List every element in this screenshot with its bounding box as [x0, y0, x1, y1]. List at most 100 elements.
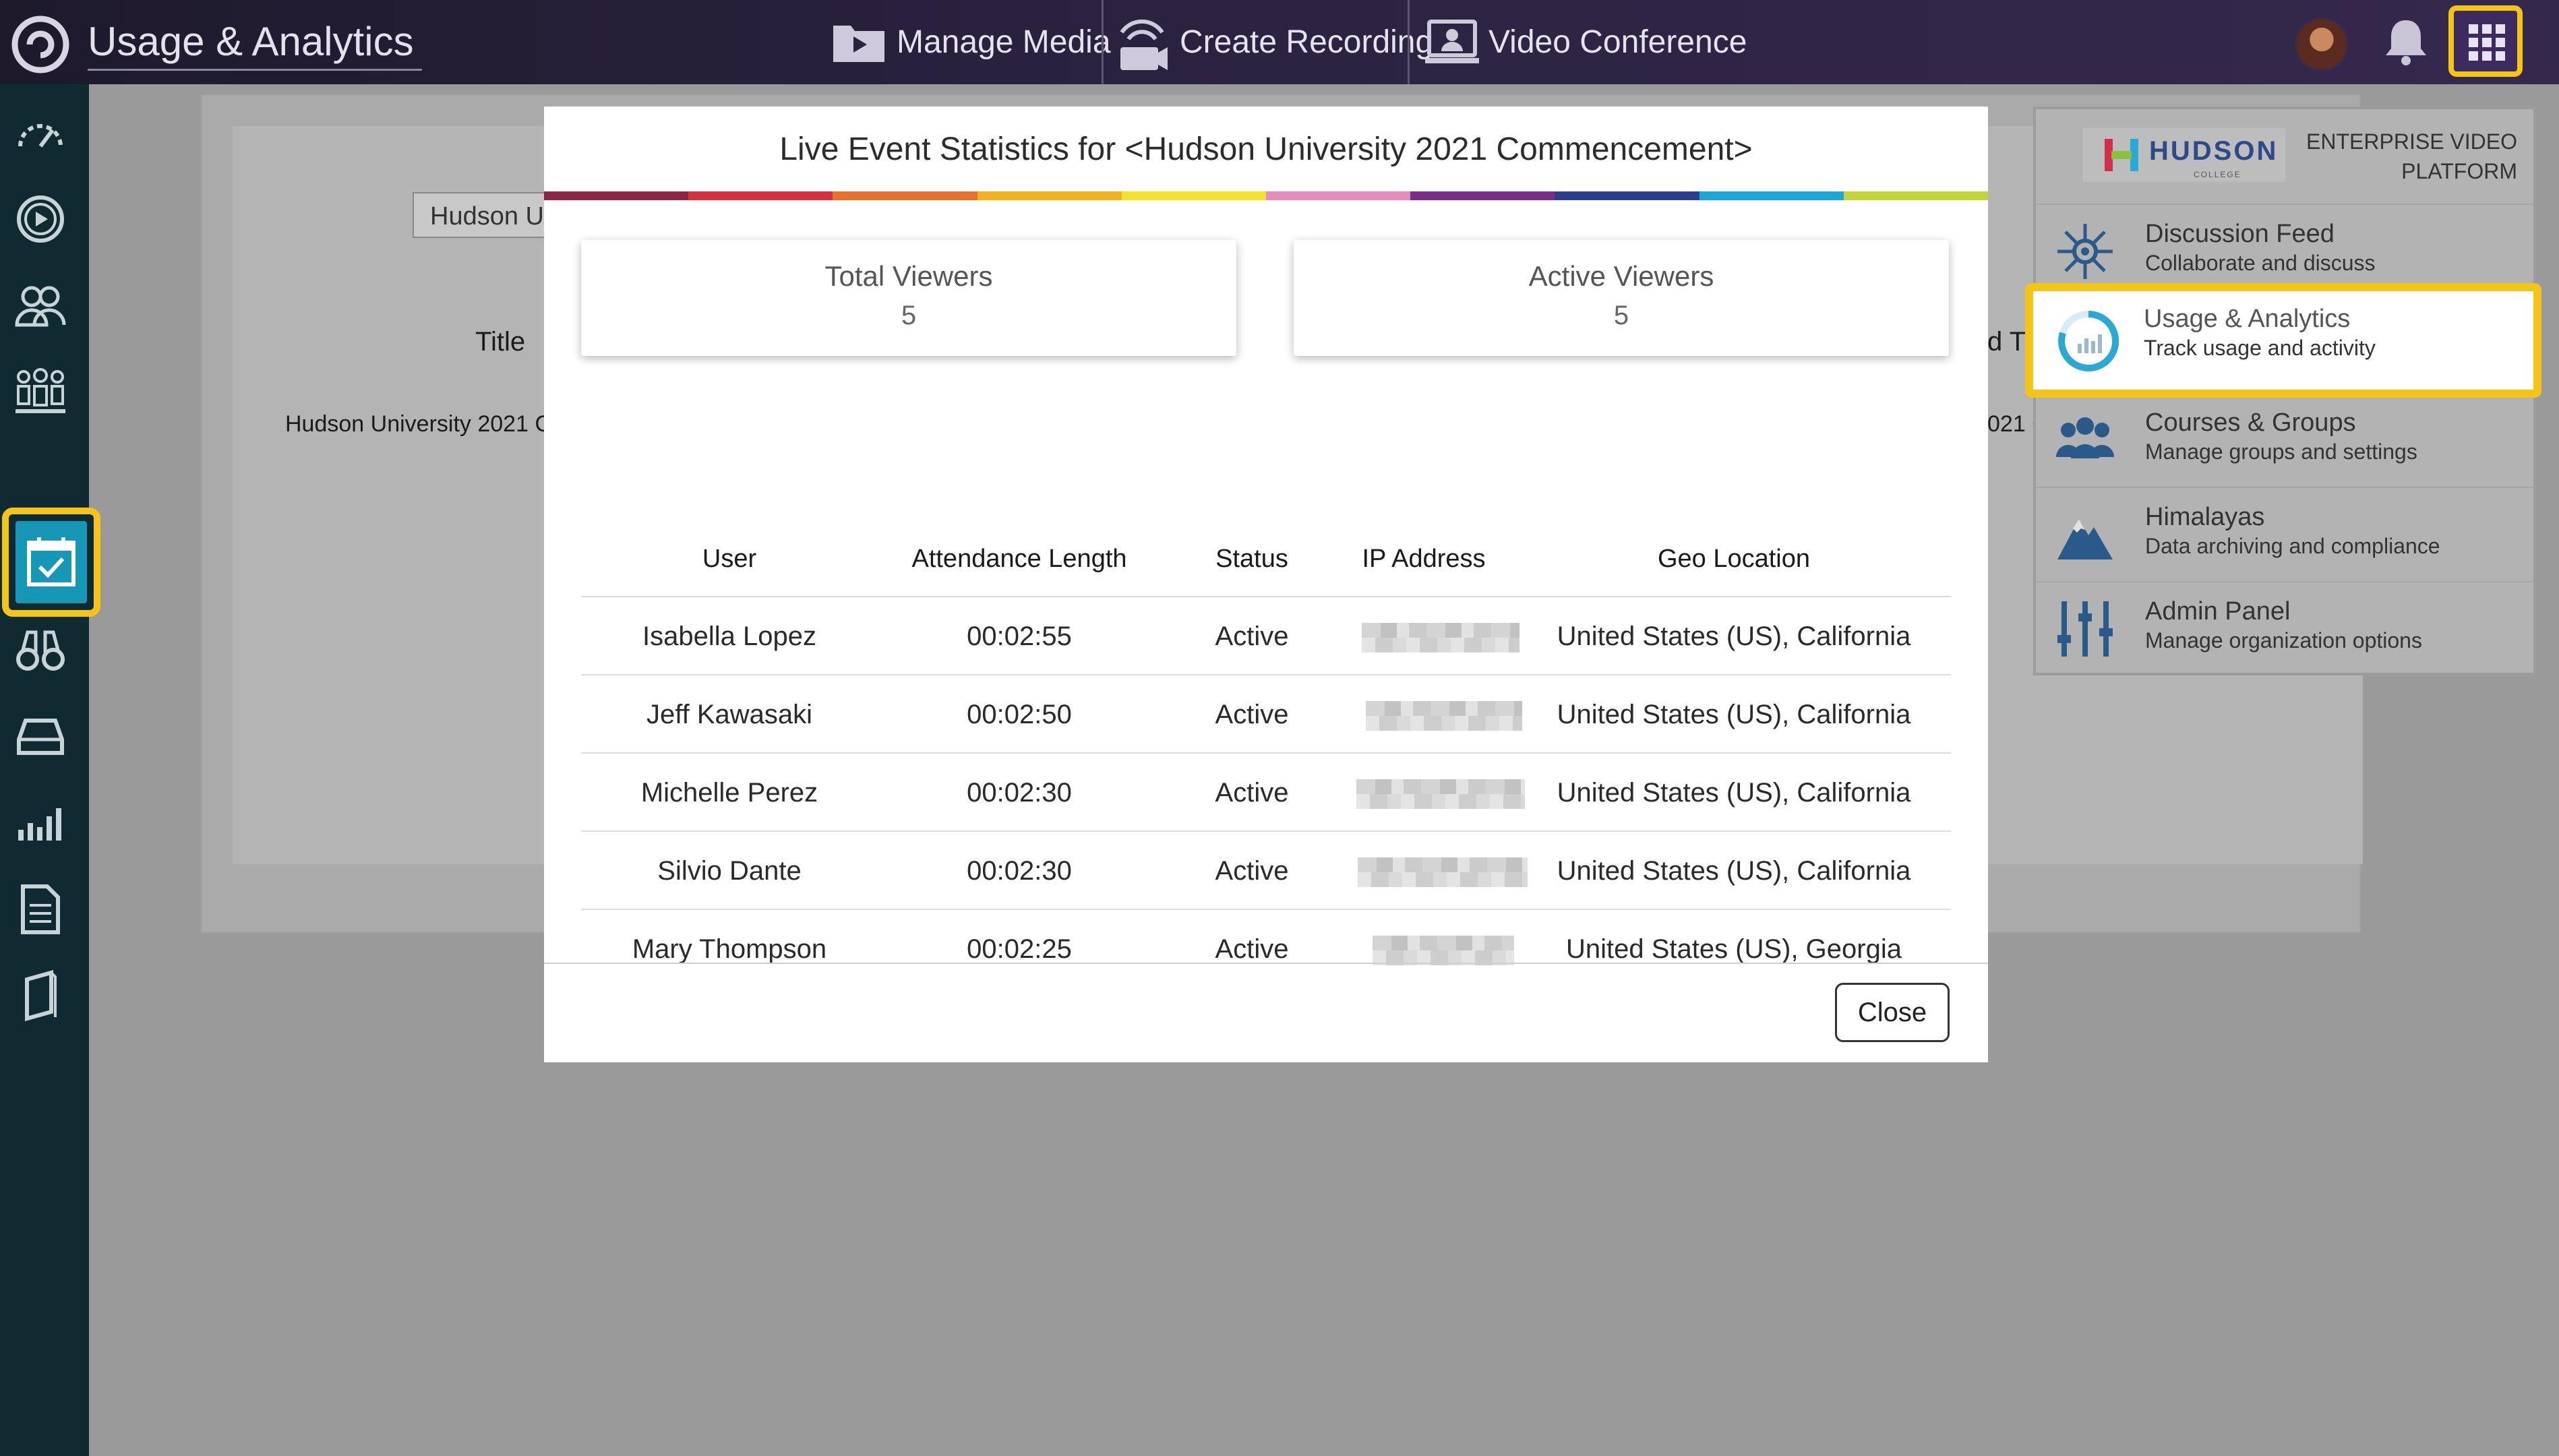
- rainbow-segment: [688, 191, 833, 200]
- cell-geo-location: United States (US), California: [1557, 700, 1911, 729]
- cell-user: Jeff Kawasaki: [646, 700, 813, 729]
- cell-ip-address-redacted: [1356, 779, 1525, 809]
- people-group-icon: [2056, 417, 2114, 458]
- top-bar: Usage & Analytics Manage Media Create Re…: [0, 0, 2559, 84]
- menu-item-title: Usage & Analytics: [2144, 305, 2351, 333]
- cell-attendance-length: 00:02:55: [967, 621, 1072, 651]
- platform-line: PLATFORM: [2401, 159, 2517, 183]
- modal-title: Live Event Statistics for <Hudson Univer…: [779, 131, 1753, 167]
- folder-media-icon: [833, 25, 884, 62]
- recording-signal-icon: [1120, 19, 1168, 70]
- rainbow-segment: [1555, 191, 1699, 200]
- calendar-check-icon: [27, 537, 76, 586]
- binoculars-icon[interactable]: [12, 622, 69, 679]
- cell-geo-location: United States (US), California: [1557, 778, 1911, 808]
- column-header-status: Status: [1215, 545, 1288, 573]
- nav-label: Video Conference: [1488, 24, 1747, 60]
- apps-menu-button[interactable]: [2448, 5, 2523, 77]
- menu-item-admin-panel[interactable]: Admin Panel Manage organization options: [2036, 581, 2533, 677]
- column-header-attendance-length: Attendance Length: [911, 545, 1127, 573]
- table-row: Silvio Dante 00:02:30 Active United Stat…: [581, 830, 1951, 910]
- book-icon[interactable]: [12, 967, 69, 1024]
- groups-icon[interactable]: [12, 363, 69, 420]
- column-header-ip-address: IP Address: [1362, 545, 1486, 573]
- menu-item-title: Discussion Feed: [2145, 220, 2335, 248]
- modal-footer-divider: [544, 963, 1988, 964]
- table-row: Isabella Lopez 00:02:55 Active United St…: [581, 596, 1951, 675]
- cell-status: Active: [1215, 856, 1289, 886]
- cell-user: Michelle Perez: [640, 778, 818, 808]
- user-avatar[interactable]: [2295, 18, 2349, 71]
- stat-label: Active Viewers: [1528, 260, 1714, 292]
- menu-item-subtitle: Manage organization options: [2145, 628, 2422, 653]
- sliders-icon: [2057, 601, 2113, 657]
- cell-ip-address-redacted: [1358, 857, 1528, 887]
- table-row: Jeff Kawasaki 00:02:50 Active United Sta…: [581, 674, 1951, 754]
- cell-ip-address-redacted: [1373, 936, 1514, 965]
- nav-video-conference[interactable]: Video Conference: [1425, 0, 1747, 84]
- play-circle-icon[interactable]: [12, 191, 69, 247]
- cell-attendance-length: 00:02:50: [967, 700, 1072, 729]
- cell-user: Mary Thompson: [632, 934, 827, 964]
- bar-chart-icon[interactable]: [12, 795, 69, 851]
- active-viewers-card: Active Viewers 5: [1294, 240, 1949, 356]
- cell-geo-location: United States (US), California: [1557, 856, 1911, 886]
- table-header-title: Title: [475, 327, 526, 357]
- storage-drive-icon[interactable]: [12, 708, 69, 765]
- video-conference-icon: [1425, 19, 1479, 63]
- nav-manage-media[interactable]: Manage Media: [831, 0, 1111, 84]
- analytics-gauge-icon: [2058, 310, 2119, 371]
- rainbow-segment: [544, 191, 689, 200]
- cell-user: Silvio Dante: [657, 856, 802, 886]
- table-header-partial: d Ti: [1987, 327, 2031, 357]
- cell-ip-address-redacted: [1366, 701, 1522, 731]
- platform-label: ENTERPRISE VIDEO PLATFORM: [2306, 127, 2517, 186]
- rainbow-segment: [1121, 191, 1267, 200]
- column-header-geo-location: Geo Location: [1657, 545, 1811, 573]
- rainbow-segment: [1410, 191, 1555, 200]
- sidebar-active-highlight: [2, 508, 100, 617]
- users-icon[interactable]: [12, 277, 69, 334]
- menu-item-subtitle: Data archiving and compliance: [2145, 534, 2440, 558]
- live-event-statistics-modal: Live Event Statistics for <Hudson Univer…: [544, 107, 1989, 1062]
- app-logo-icon[interactable]: [9, 13, 71, 75]
- stat-value: 5: [1613, 301, 1629, 330]
- dropdown-header: HUDSON COLLEGE ENTERPRISE VIDEO PLATFORM: [2036, 109, 2533, 204]
- nav-create-recording[interactable]: Create Recording: [1114, 0, 1433, 84]
- menu-item-usage-analytics[interactable]: Usage & Analytics Track usage and activi…: [2025, 283, 2541, 398]
- table-row: Michelle Perez 00:02:30 Active United St…: [581, 752, 1951, 832]
- sidebar-item-live-events[interactable]: [16, 521, 87, 603]
- dashboard-icon[interactable]: [12, 104, 69, 161]
- cell-status: Active: [1215, 621, 1289, 651]
- event-row-title[interactable]: Hudson University 2021 C: [285, 411, 548, 437]
- hudson-h-logo-icon: [2105, 139, 2138, 171]
- bell-icon[interactable]: [2384, 18, 2428, 66]
- total-viewers-card: Total Viewers 5: [581, 240, 1236, 356]
- nav-divider: [1102, 0, 1104, 84]
- menu-item-himalayas[interactable]: Himalayas Data archiving and compliance: [2036, 487, 2533, 582]
- discussion-network-icon: [2057, 224, 2113, 279]
- column-header-user: User: [702, 545, 757, 573]
- rainbow-segment: [1266, 191, 1411, 200]
- close-button[interactable]: Close: [1835, 983, 1950, 1042]
- apps-grid-icon: [2469, 24, 2505, 61]
- stat-label: Total Viewers: [824, 260, 993, 292]
- document-icon[interactable]: [12, 881, 69, 938]
- left-sidebar: [0, 84, 100, 1456]
- nav-label: Create Recording: [1180, 24, 1434, 60]
- menu-item-subtitle: Manage groups and settings: [2145, 439, 2417, 464]
- menu-item-title: Himalayas: [2145, 503, 2265, 531]
- menu-item-title: Courses & Groups: [2145, 408, 2356, 437]
- cell-status: Active: [1215, 700, 1289, 729]
- rainbow-segment: [833, 191, 977, 200]
- table-row: Mary Thompson 00:02:25 Active United Sta…: [581, 909, 1951, 988]
- page-title: Usage & Analytics: [88, 15, 422, 71]
- menu-item-title: Admin Panel: [2145, 597, 2291, 626]
- menu-item-courses-groups[interactable]: Courses & Groups Manage groups and setti…: [2036, 392, 2533, 488]
- platform-line: ENTERPRISE VIDEO: [2306, 129, 2517, 154]
- cell-attendance-length: 00:02:25: [967, 934, 1072, 964]
- brand-name: HUDSON: [2149, 136, 2279, 166]
- cell-geo-location: United States (US), California: [1557, 621, 1911, 651]
- cell-ip-address-redacted: [1362, 623, 1519, 653]
- nav-divider: [1408, 0, 1410, 84]
